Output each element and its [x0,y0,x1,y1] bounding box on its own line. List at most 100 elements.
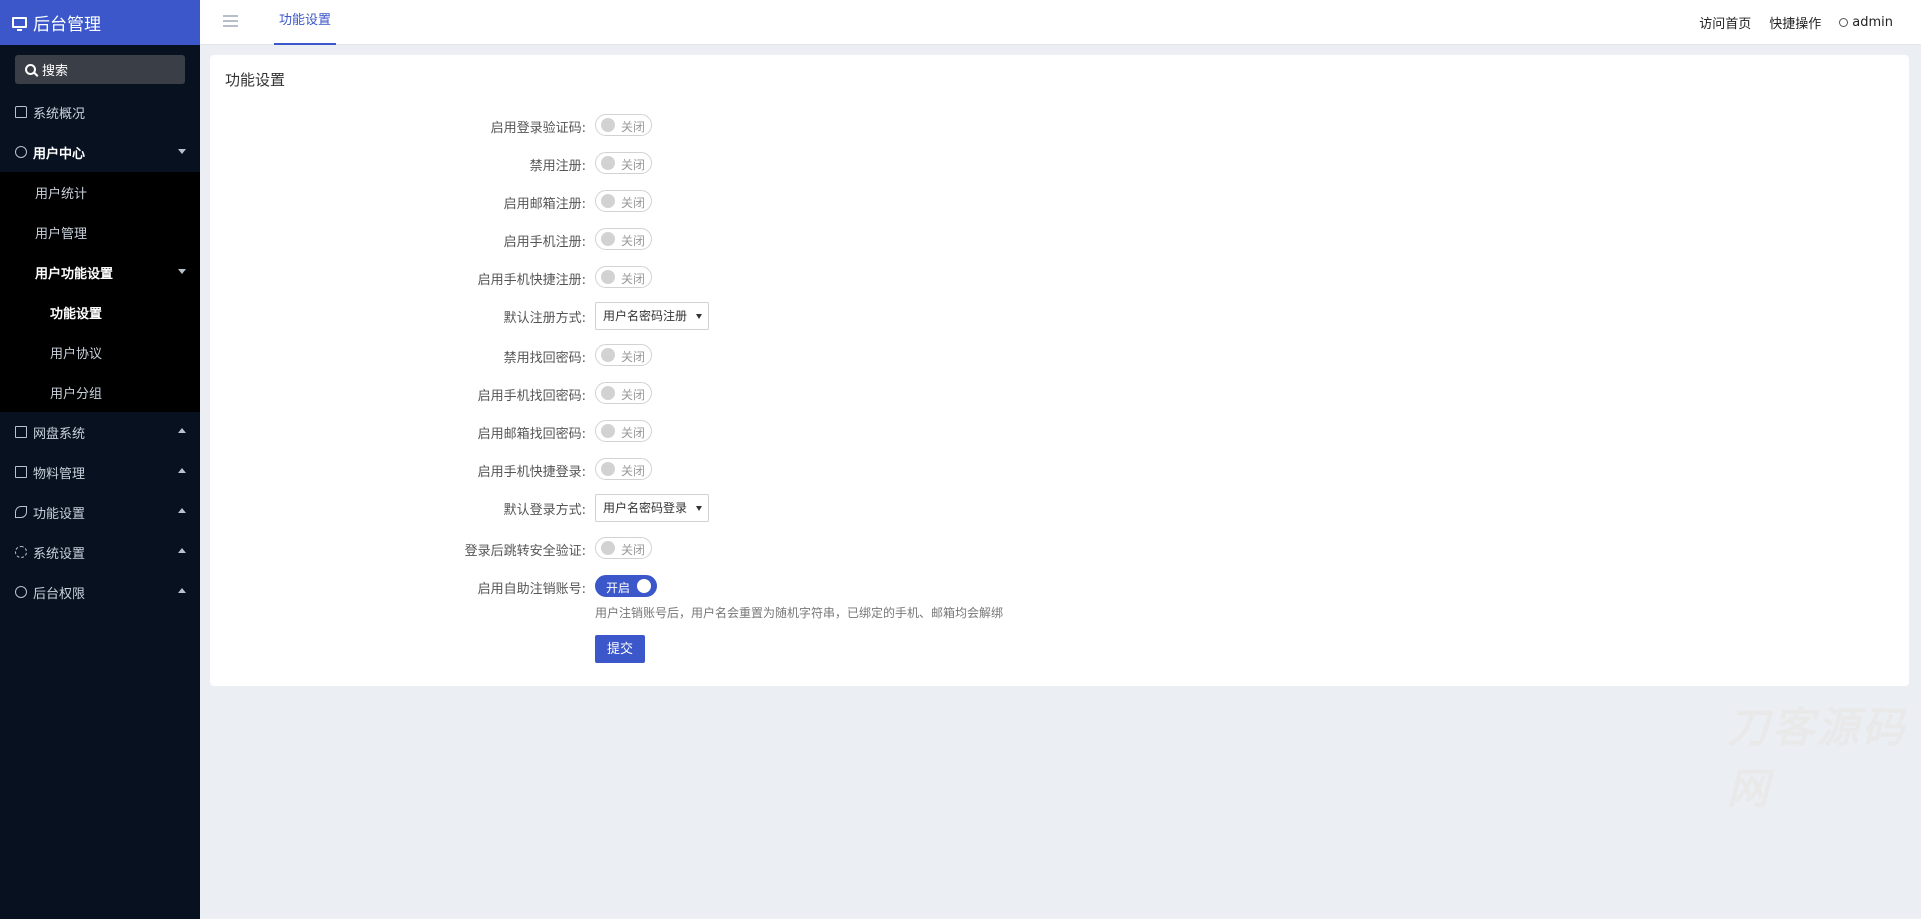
toggle-switch[interactable]: 关闭 [595,228,652,250]
form-row-phone-recover-password: 启用手机找回密码: 关闭 [210,380,810,406]
toggle-knob [601,348,615,362]
form-label: 启用手机注册: [503,235,586,250]
register-method-select[interactable]: 用户名密码注册 [595,302,709,330]
sidebar-item-user-manage[interactable]: 用户管理 [0,212,200,252]
caret-up-icon [178,548,186,553]
form-label: 默认登录方式: [503,503,586,518]
sidebar-item-system-settings[interactable]: 系统设置 [0,532,200,572]
sidebar-item-user-groups[interactable]: 用户分组 [0,372,200,412]
sidebar-menu: 系统概况 用户中心 用户统计 用户管理 用户功能设置 功能设置 用户协议 用户分… [0,92,200,612]
toggle-switch[interactable]: 关闭 [595,266,652,288]
toggle-switch[interactable]: 关闭 [595,344,652,366]
form-label: 启用手机快捷注册: [477,273,586,288]
user-icon [1839,18,1849,27]
sidebar-item-label: 网盘系统 [33,426,86,442]
form-label: 启用手机快捷登录: [477,465,586,480]
sidebar: 后台管理 搜索 系统概况 用户中心 用户统计 用户管理 用户功能设置 功能设置 … [0,0,200,919]
quick-actions-link[interactable]: 快捷操作 [1769,13,1821,32]
toggle-knob [637,579,651,593]
toggle-state: 关闭 [621,272,646,286]
form-label: 禁用找回密码: [503,351,586,366]
submit-button[interactable]: 提交 [595,635,645,663]
form-row-email-register: 启用邮箱注册: 关闭 [210,188,810,214]
toggle-state: 关闭 [621,426,646,440]
settings-card: 功能设置 启用登录验证码: 关闭 禁用注册: 关闭 启用邮箱注册: 关闭 启用手… [210,55,1909,813]
caret-up-icon [178,588,186,593]
form-label: 启用登录验证码: [490,121,586,136]
sidebar-submenu-user-center: 用户统计 用户管理 用户功能设置 功能设置 用户协议 用户分组 [0,172,200,412]
form-row-disable-recover-password: 禁用找回密码: 关闭 [210,342,810,368]
delete-account-hint: 用户注销账号后，用户名会重置为随机字符串，已绑定的手机、邮箱均会解绑 [595,606,1004,620]
toggle-state: 关闭 [621,388,646,402]
sidebar-item-user-stats[interactable]: 用户统计 [0,172,200,212]
toggle-knob [601,386,615,400]
sidebar-item-admin-permissions[interactable]: 后台权限 [0,572,200,612]
tools-icon [15,506,27,518]
form-label: 启用手机找回密码: [477,389,586,404]
toggle-switch[interactable]: 关闭 [595,152,652,174]
form-row-disable-register: 禁用注册: 关闭 [210,150,810,176]
search-placeholder: 搜索 [42,64,69,79]
toggle-switch[interactable]: 开启 [595,575,657,597]
caret-down-icon [178,149,186,154]
sidebar-item-materials[interactable]: 物料管理 [0,452,200,492]
sidebar-item-label: 功能设置 [50,306,103,322]
toggle-state: 关闭 [621,464,646,478]
toggle-knob [601,118,615,132]
form-row-phone-quick-register: 启用手机快捷注册: 关闭 [210,264,810,290]
form-row-email-recover-password: 启用邮箱找回密码: 关闭 [210,418,810,444]
tab-feature-settings[interactable]: 功能设置 [274,0,337,45]
users-icon [15,146,27,158]
sidebar-item-feature-settings[interactable]: 功能设置 [0,292,200,332]
toggle-switch[interactable]: 关闭 [595,382,652,404]
form-row-default-register-method: 默认注册方式: 用户名密码注册 [210,302,810,330]
form-row-phone-register: 启用手机注册: 关闭 [210,226,810,252]
brand-title: 后台管理 [33,15,101,35]
toggle-switch[interactable]: 关闭 [595,114,652,136]
toggle-knob [601,462,615,476]
sidebar-item-user-center[interactable]: 用户中心 [0,132,200,172]
toggle-switch[interactable]: 关闭 [595,420,652,442]
menu-toggle-icon[interactable] [223,15,238,27]
sidebar-item-user-feature-settings[interactable]: 用户功能设置 [0,252,200,292]
toggle-state: 关闭 [621,120,646,134]
form-label: 启用邮箱注册: [503,197,586,212]
sidebar-item-label: 用户分组 [50,386,103,402]
sidebar-item-label: 功能设置 [33,506,86,522]
toggle-knob [601,270,615,284]
sidebar-item-user-agreement[interactable]: 用户协议 [0,332,200,372]
topbar-links: 访问首页 快捷操作 admin [1699,0,1893,45]
form-row-login-security-verify: 登录后跳转安全验证: 关闭 [210,535,810,561]
toggle-state: 关闭 [621,350,646,364]
topbar: 功能设置 访问首页 快捷操作 admin [200,0,1921,45]
sidebar-item-label: 用户中心 [33,146,86,162]
gear-icon [15,546,27,558]
sidebar-item-netdisk[interactable]: 网盘系统 [0,412,200,452]
toggle-state: 开启 [606,581,631,595]
sidebar-item-label: 系统概况 [33,106,86,122]
visit-home-link[interactable]: 访问首页 [1699,13,1751,32]
toggle-switch[interactable]: 关闭 [595,190,652,212]
form-row-login-captcha: 启用登录验证码: 关闭 [210,112,810,138]
user-menu[interactable]: admin [1839,15,1893,30]
toggle-switch[interactable]: 关闭 [595,537,652,559]
folder-icon [15,426,27,438]
form-label: 登录后跳转安全验证: [464,544,586,559]
search-input[interactable]: 搜索 [15,55,185,84]
caret-down-icon [696,506,702,511]
sidebar-item-function-settings[interactable]: 功能设置 [0,492,200,532]
form-row-default-login-method: 默认登录方式: 用户名密码登录 [210,494,810,522]
monitor-icon [12,17,27,31]
toggle-switch[interactable]: 关闭 [595,458,652,480]
sidebar-item-overview[interactable]: 系统概况 [0,92,200,132]
sidebar-item-label: 后台权限 [33,586,86,602]
login-method-select[interactable]: 用户名密码登录 [595,494,709,522]
sidebar-item-label: 系统设置 [33,546,86,562]
toggle-knob [601,424,615,438]
toggle-knob [601,156,615,170]
brand-header[interactable]: 后台管理 [0,0,200,45]
form-label: 默认注册方式: [503,311,586,326]
username: admin [1852,15,1893,30]
search-icon [25,64,36,75]
toggle-knob [601,541,615,555]
